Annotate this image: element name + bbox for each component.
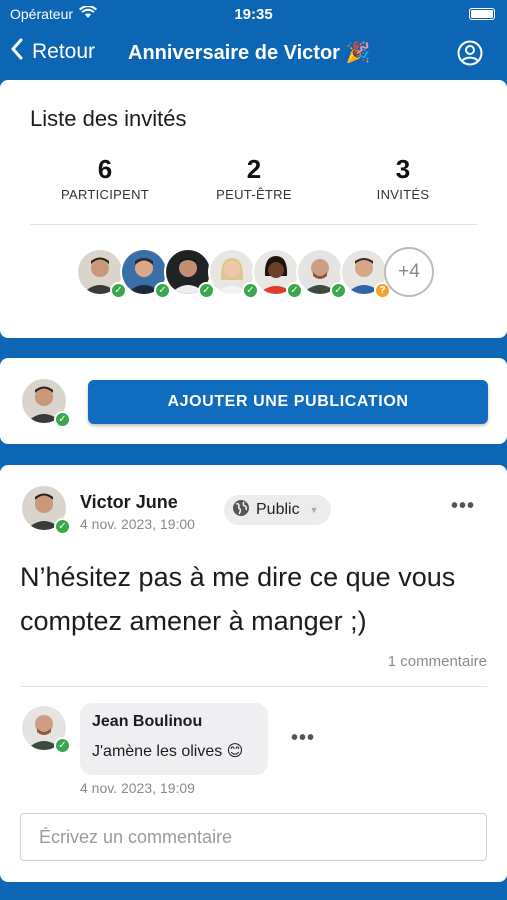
stat-invited[interactable]: 3 INVITÉS <box>333 154 473 202</box>
stat-label: INVITÉS <box>376 187 430 202</box>
post-body: N’hésitez pas à me dire ce que vous comp… <box>20 562 456 636</box>
stat-participants[interactable]: 6 PARTICIPENT <box>35 154 175 202</box>
privacy-selector[interactable]: Public ▼ <box>224 495 331 525</box>
post-date: 4 nov. 2023, 19:00 <box>80 516 195 532</box>
back-label: Retour <box>32 40 96 63</box>
profile-icon[interactable] <box>457 40 483 66</box>
check-icon: ✓ <box>54 411 71 428</box>
comment-bubble: Jean Boulinou J'amène les olives 😊 <box>80 703 268 775</box>
post-card: ✓ Victor June 4 nov. 2023, 19:00 Public … <box>0 465 507 882</box>
comment-more-options-icon[interactable]: ••• <box>291 727 315 750</box>
divider <box>30 224 477 225</box>
guest-list-heading: Liste des invités <box>30 106 187 131</box>
comment-count[interactable]: 1 commentaire <box>388 653 487 670</box>
clock: 19:35 <box>234 6 273 23</box>
page-title: Anniversaire de Victor 🎉 <box>128 42 371 64</box>
battery-icon <box>469 8 495 20</box>
comment-author[interactable]: Jean Boulinou <box>92 713 256 731</box>
stat-value: 3 <box>395 154 411 184</box>
guest-list-card: Liste des invités 6 PARTICIPENT 2 PEUT-Ê… <box>0 80 507 338</box>
check-icon: ✓ <box>54 518 71 535</box>
comment-input[interactable] <box>20 813 487 861</box>
comment-date: 4 nov. 2023, 19:09 <box>80 780 195 796</box>
stat-label: PARTICIPENT <box>60 187 150 202</box>
caret-down-icon: ▼ <box>309 505 319 515</box>
add-post-button[interactable]: AJOUTER UNE PUBLICATION <box>88 380 488 424</box>
comment-text: J'amène les olives 😊 <box>92 743 244 760</box>
divider <box>20 686 487 687</box>
globe-icon <box>232 499 250 522</box>
stat-value: 6 <box>97 154 113 184</box>
navigation-bar: Retour Anniversaire de Victor 🎉 <box>0 28 507 78</box>
more-guests-counter[interactable]: +4 <box>384 247 434 297</box>
stat-label: PEUT-ÊTRE <box>216 187 292 202</box>
post-author[interactable]: Victor June <box>80 492 178 513</box>
status-bar: Opérateur 19:35 <box>0 0 507 28</box>
publish-card: ✓ AJOUTER UNE PUBLICATION <box>0 358 507 444</box>
chevron-left-icon <box>10 38 24 66</box>
stat-maybe[interactable]: 2 PEUT-ÊTRE <box>184 154 324 202</box>
privacy-label: Public <box>256 501 300 518</box>
check-icon: ✓ <box>54 737 71 754</box>
back-button[interactable]: Retour <box>10 38 95 66</box>
post-more-options-icon[interactable]: ••• <box>451 495 475 518</box>
stat-value: 2 <box>246 154 262 184</box>
